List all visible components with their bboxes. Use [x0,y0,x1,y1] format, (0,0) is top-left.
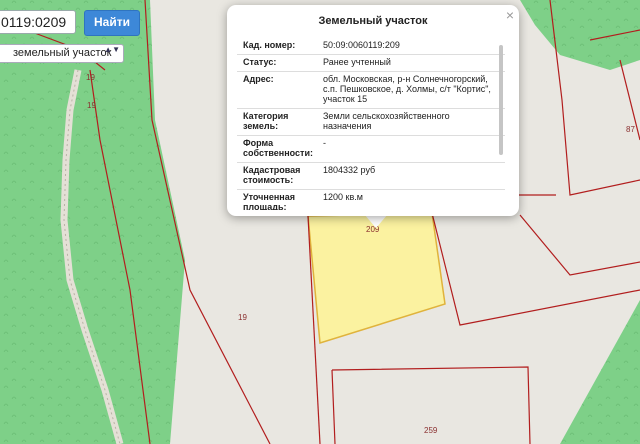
prop-value: 1804332 руб [323,165,376,175]
popup-title: Земельный участок [318,15,428,27]
close-icon[interactable]: × [506,7,514,23]
prop-value: Ранее учтенный [323,57,391,67]
cadastral-number-input[interactable]: 0119:0209 [0,10,76,34]
prop-row-category: Категория земель: Земли сельскохозяйстве… [237,109,505,136]
prop-label: Уточненная площадь: [243,192,295,210]
prop-row-cad-number: Кад. номер: 50:09:0060119:209 [237,38,505,55]
prop-value: 50:09:0060119:209 [323,40,400,50]
select-arrows-icon: ▲▼ [104,45,120,54]
parcel-info-popup: Земельный участок × Кад. номер: 50:09:00… [227,5,519,216]
prop-row-cost: Кадастровая стоимость: 1804332 руб [237,163,505,190]
find-button[interactable]: Найти [84,10,140,36]
prop-value: 1200 кв.м [323,192,363,202]
map-label-87: 87 [626,125,635,134]
prop-label: Адрес: [243,74,274,84]
prop-label: Форма собственности: [243,138,313,158]
prop-label: Категория земель: [243,111,289,131]
prop-label: Кадастровая стоимость: [243,165,301,185]
prop-row-ownership: Форма собственности: - [237,136,505,163]
map-label-19-mid: 19 [87,101,96,110]
prop-label: Статус: [243,57,277,67]
map-label-19-low: 19 [238,313,247,322]
map-label-259: 259 [424,426,438,435]
object-type-select[interactable]: земельный участок ▲▼ [0,44,124,63]
map-label-19-top: 19 [86,73,95,82]
popup-body[interactable]: Кад. номер: 50:09:0060119:209 Статус: Ра… [237,38,505,210]
prop-value: Земли сельскохозяйственного назначения [323,111,450,131]
prop-value: - [323,138,326,148]
prop-value: обл. Московская, р-н Солнечногорский, с.… [323,74,491,104]
prop-row-status: Статус: Ранее учтенный [237,55,505,72]
prop-row-address: Адрес: обл. Московская, р-н Солнечногорс… [237,72,505,109]
object-type-value: земельный участок [13,47,112,59]
prop-row-area: Уточненная площадь: 1200 кв.м [237,190,505,210]
popup-scrollbar[interactable] [499,45,503,155]
prop-label: Кад. номер: [243,40,296,50]
map-label-209: 209 [366,225,380,234]
